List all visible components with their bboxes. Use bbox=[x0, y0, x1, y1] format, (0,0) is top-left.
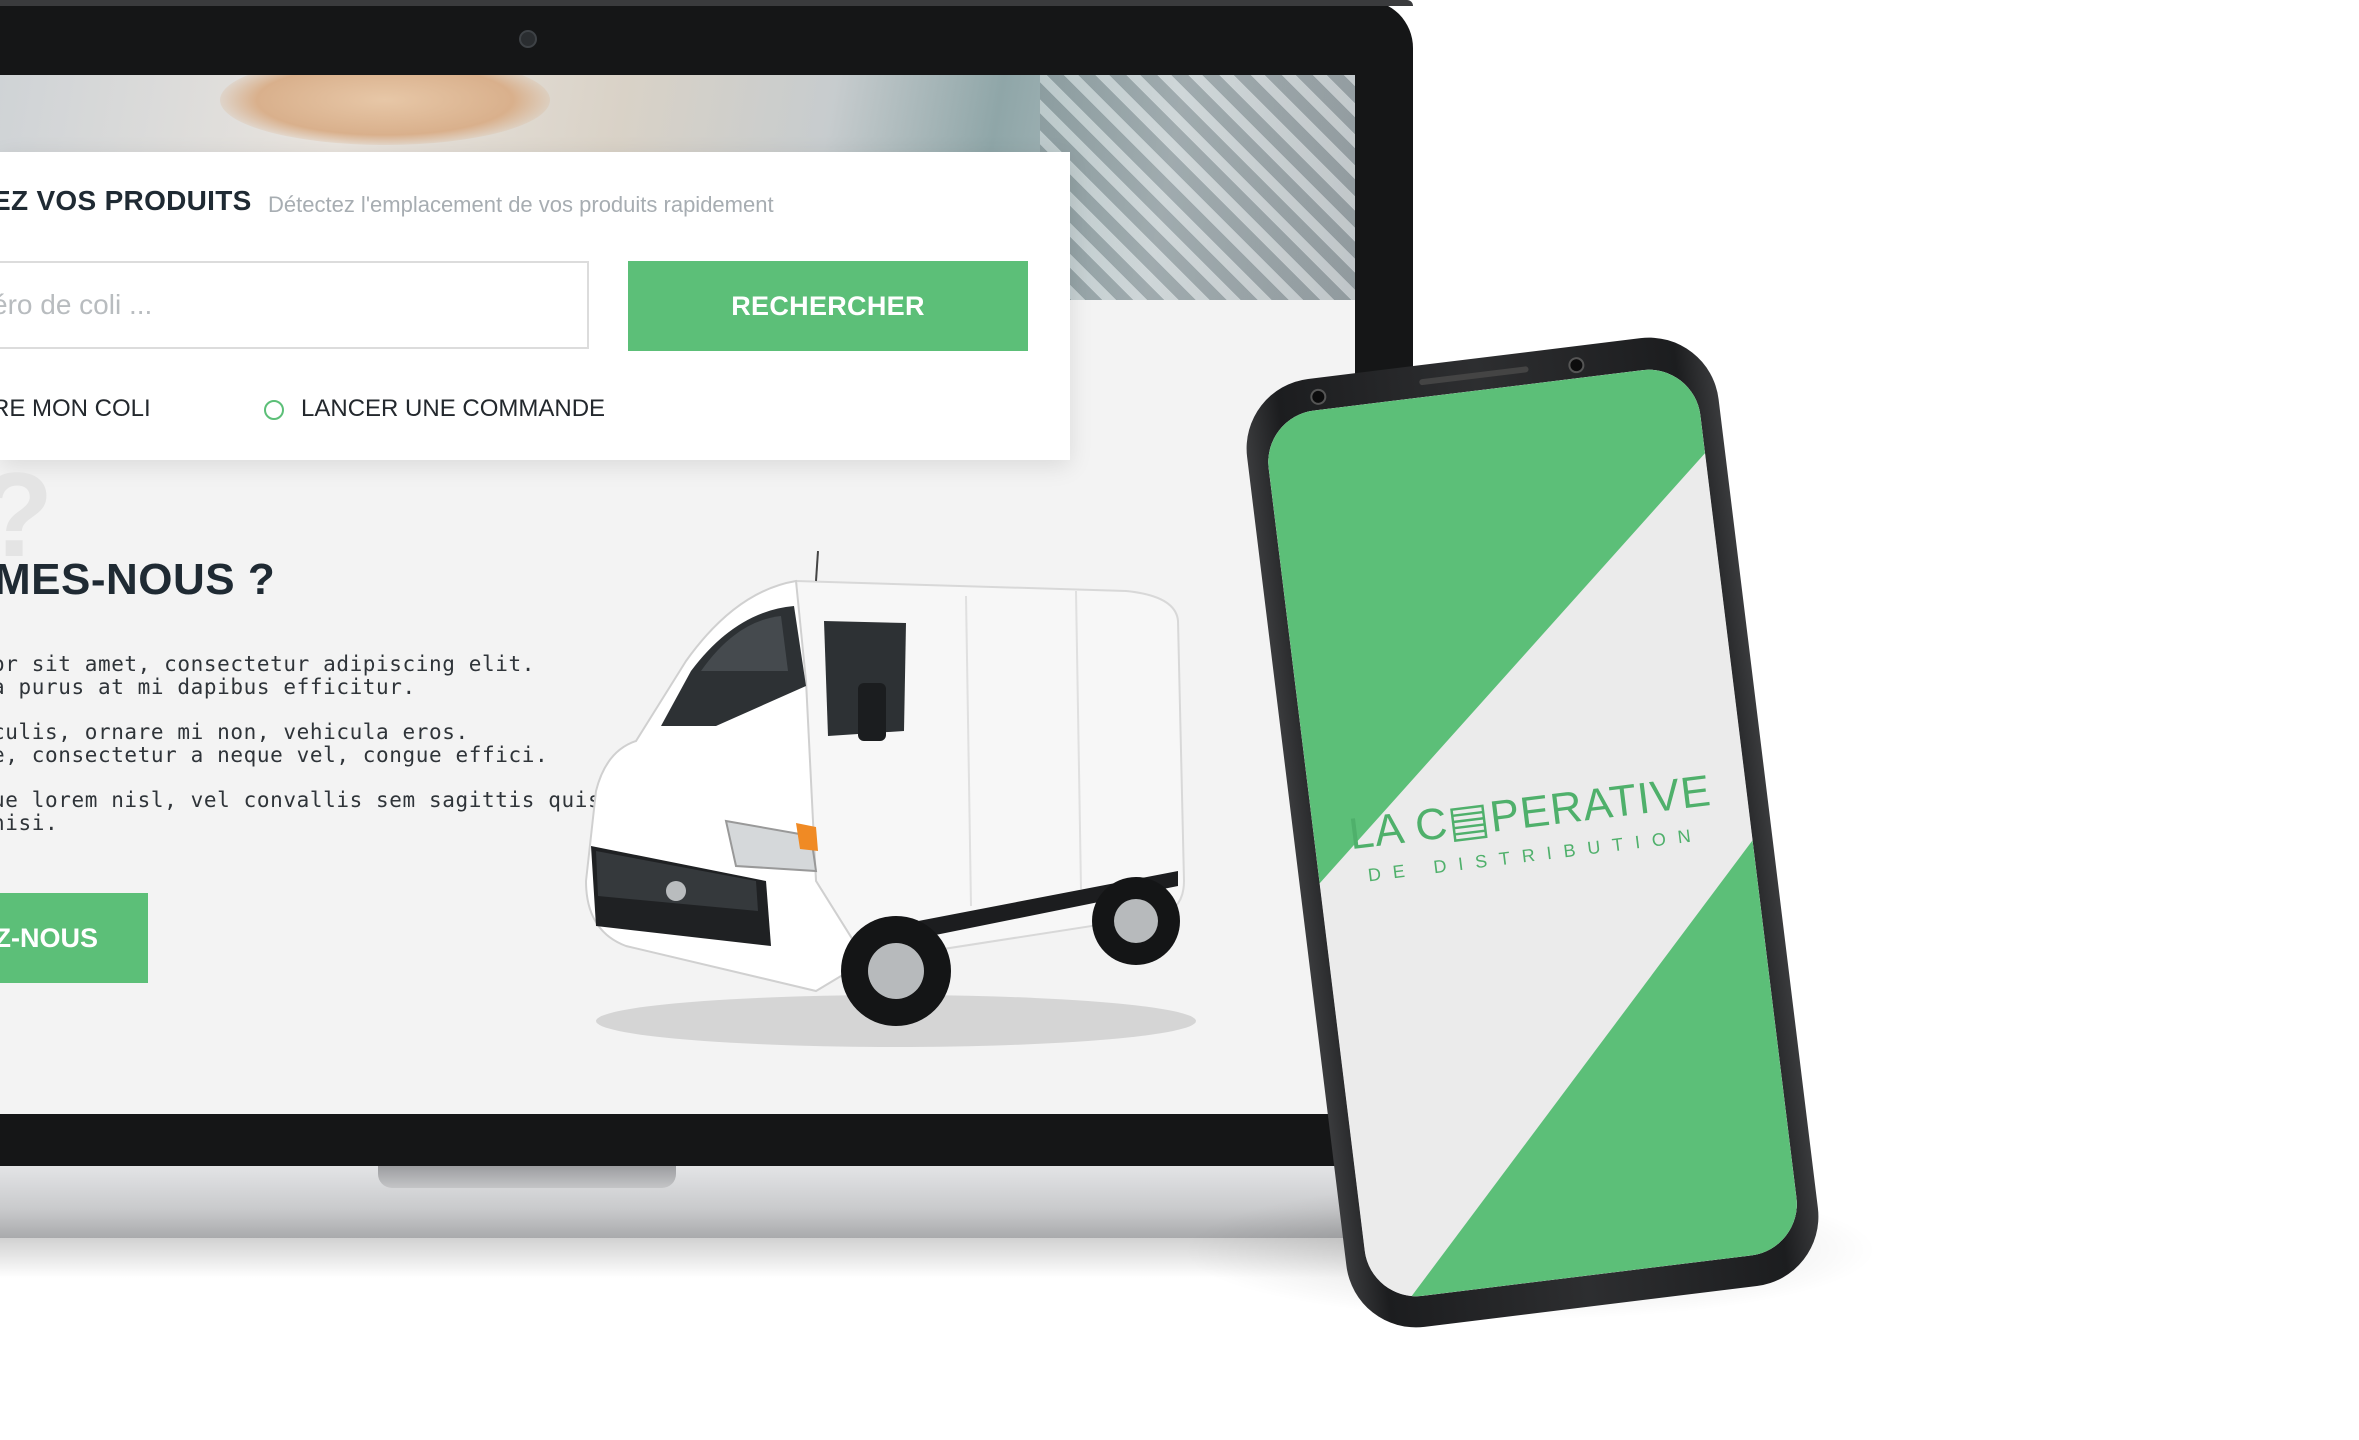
option-track-parcel[interactable]: RE MON COLI bbox=[0, 395, 151, 423]
about-paragraph-3-line-2: nisi. bbox=[0, 811, 59, 835]
search-button[interactable]: RECHERCHER bbox=[628, 261, 1028, 351]
hero-photo-pattern bbox=[1040, 75, 1355, 300]
about-paragraph-2-line-2: e, consectetur a neque vel, congue effic… bbox=[0, 743, 549, 767]
about-paragraph-2-line-1: culis, ornare mi non, vehicula eros. bbox=[0, 720, 469, 744]
parcel-number-placeholder: éro de coli ... bbox=[0, 289, 153, 320]
search-card-subtitle: Détectez l'emplacement de vos produits r… bbox=[268, 192, 774, 217]
hero-photo-hand bbox=[220, 75, 550, 145]
contact-button-label: Z-NOUS bbox=[0, 923, 98, 953]
delivery-van-icon bbox=[584, 551, 1196, 1047]
about-paragraph-1-line-2: a purus at mi dapibus efficitur. bbox=[0, 675, 416, 699]
parcel-number-input[interactable]: éro de coli ... bbox=[0, 261, 589, 349]
about-title: MES-NOUS ? bbox=[0, 555, 276, 604]
contact-button[interactable]: Z-NOUS bbox=[0, 893, 148, 983]
webcam-icon bbox=[519, 30, 537, 48]
about-paragraph-1-line-1: or sit amet, consectetur adipiscing elit… bbox=[0, 652, 535, 676]
laptop-screen: EZ VOS PRODUITS Détectez l'emplacement d… bbox=[0, 75, 1355, 1114]
search-card-title: EZ VOS PRODUITS bbox=[0, 185, 252, 216]
about-paragraph-3-line-1: ue lorem nisl, vel convallis sem sagitti… bbox=[0, 788, 602, 812]
option-place-order[interactable]: LANCER UNE COMMANDE bbox=[301, 395, 605, 423]
laptop-hinge-notch bbox=[378, 1166, 676, 1188]
laptop-lid-edge bbox=[0, 0, 1413, 6]
mockup-stage: EZ VOS PRODUITS Détectez l'emplacement d… bbox=[0, 0, 2359, 1440]
radio-button-icon[interactable] bbox=[264, 400, 284, 420]
